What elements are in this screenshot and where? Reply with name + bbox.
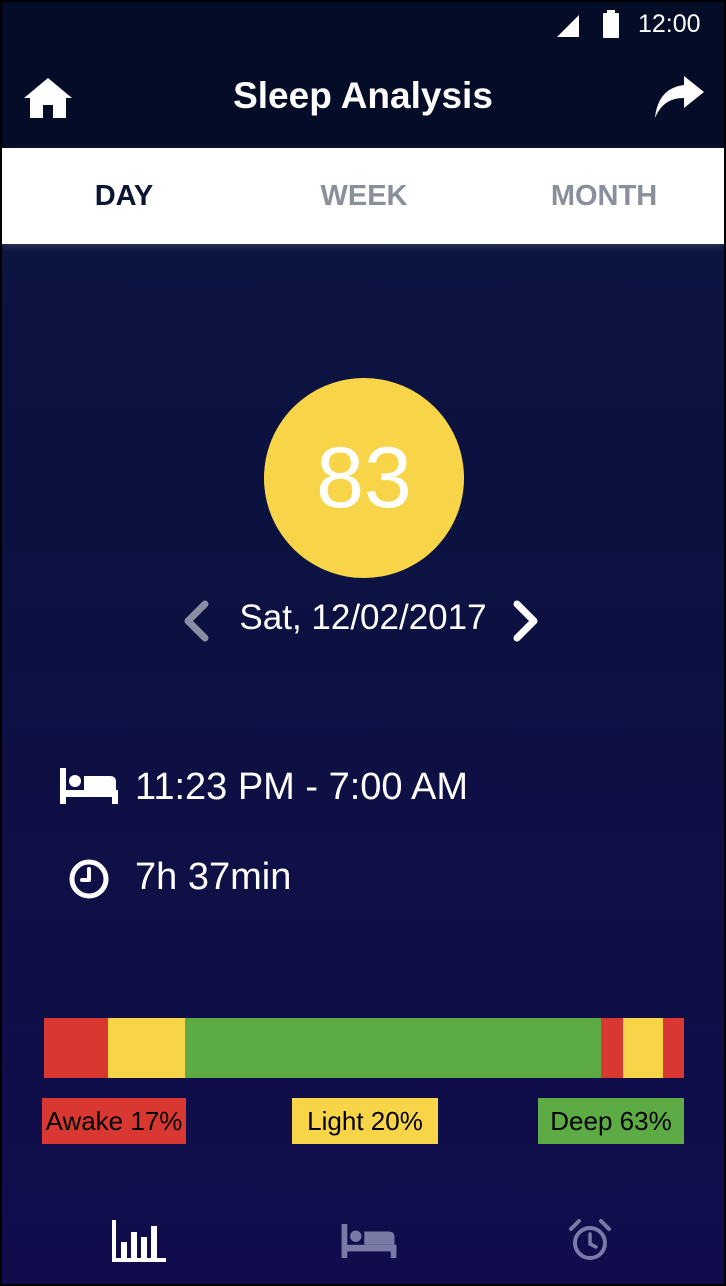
sleep-segment-deep xyxy=(184,1018,601,1078)
battery-icon xyxy=(603,10,619,38)
sleep-segment-light xyxy=(623,1018,664,1078)
sleep-duration: 7h 37min xyxy=(135,856,292,898)
tab-day[interactable]: DAY xyxy=(4,148,244,244)
chevron-right-icon[interactable] xyxy=(512,600,542,642)
bed-icon xyxy=(60,768,118,804)
sleep-score: 83 xyxy=(264,378,464,578)
signal-icon xyxy=(557,15,579,37)
sleep-segment-awake xyxy=(44,1018,108,1078)
sleep-segment-awake xyxy=(600,1018,624,1078)
current-date: Sat, 12/02/2017 xyxy=(239,598,487,637)
tab-week[interactable]: WEEK xyxy=(244,148,484,244)
legend-light: Light 20% xyxy=(292,1098,438,1144)
legend-deep: Deep 63% xyxy=(538,1098,684,1144)
sleep-stage-bar xyxy=(44,1018,684,1078)
sleep-time-range: 11:23 PM - 7:00 AM xyxy=(135,766,469,808)
share-icon[interactable] xyxy=(652,74,706,120)
tab-month[interactable]: MONTH xyxy=(484,148,724,244)
status-bar: 12:00 xyxy=(2,2,724,48)
app-bar: Sleep Analysis xyxy=(2,48,724,148)
period-tabs: DAY WEEK MONTH xyxy=(2,148,724,244)
sleep-segment-awake xyxy=(663,1018,684,1078)
status-time: 12:00 xyxy=(638,10,701,38)
page-title: Sleep Analysis xyxy=(233,75,493,116)
bed-icon[interactable] xyxy=(341,1224,397,1258)
chevron-left-icon[interactable] xyxy=(180,600,210,642)
alarm-icon[interactable] xyxy=(568,1218,612,1262)
bar-chart-icon[interactable] xyxy=(110,1220,166,1264)
sleep-segment-light xyxy=(108,1018,185,1078)
phone-screen: 12:00 Sleep Analysis DAY WEEK MONTH 83 S… xyxy=(0,0,726,1286)
legend-awake: Awake 17% xyxy=(42,1098,186,1144)
clock-icon xyxy=(69,859,109,899)
